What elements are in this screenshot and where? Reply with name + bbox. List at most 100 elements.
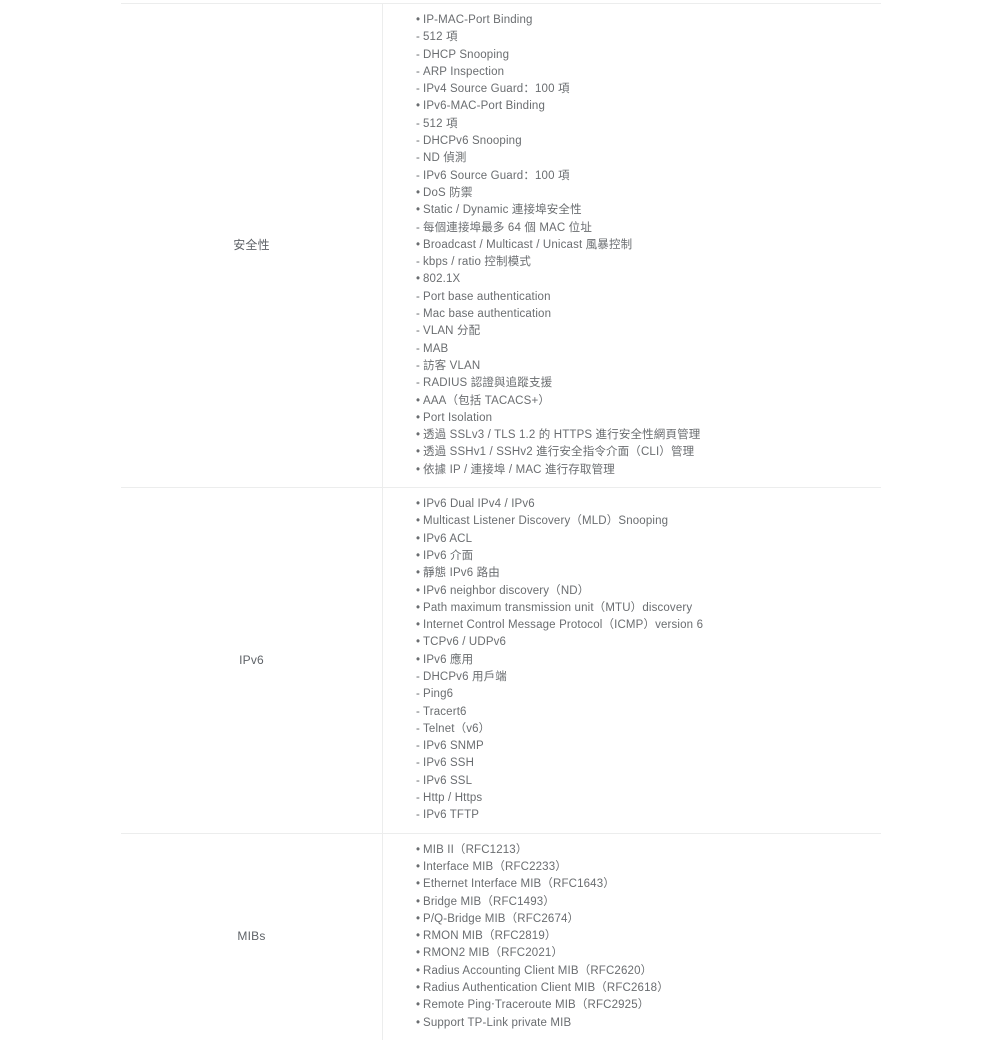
dash-icon: - [416, 809, 420, 822]
list-item-label: Radius Authentication Client MIB（RFC2618… [423, 982, 669, 995]
list-item-label: IPv6 介面 [423, 549, 474, 562]
list-item-label: MAB [423, 342, 449, 355]
list-item-label: DHCPv6 用戶端 [423, 670, 507, 683]
list-item: - Mac base authentication [416, 306, 881, 323]
dash-icon: - [416, 774, 420, 787]
bullet-icon: • [416, 100, 421, 113]
list-item: • 802.1X [416, 271, 881, 288]
table-row: IPv6 • IPv6 Dual IPv4 / IPv6 • Multicast Lis… [121, 487, 881, 833]
list-item-label: 訪客 VLAN [423, 359, 481, 372]
bullet-icon: • [416, 964, 421, 977]
list-item-label: IPv6 SNMP [423, 740, 484, 753]
list-item: - ARP Inspection [416, 64, 881, 81]
list-item: • 透過 SSHv1 / SSHv2 進行安全指令介面（CLI）管理 [416, 444, 881, 461]
list-item-label: IPv6 應用 [423, 653, 474, 666]
list-item-label: IPv6-MAC-Port Binding [423, 100, 546, 113]
list-item-label: 靜態 IPv6 路由 [423, 567, 500, 580]
list-item-label: 512 項 [423, 31, 458, 44]
list-item: • P/Q-Bridge MIB（RFC2674） [416, 911, 881, 928]
list-item: • 依據 IP / 連接埠 / MAC 進行存取管理 [416, 462, 881, 479]
dash-icon: - [416, 221, 420, 234]
bullet-icon: • [416, 930, 421, 943]
list-item: - IPv6 SSL [416, 773, 881, 790]
table-row: 安全性 • IP-MAC-Port Binding -512 項 - DHCP Snoop… [121, 4, 881, 488]
row-value-cell: • MIB II（RFC1213） • Interface MIB（RFC2233） •… [383, 834, 881, 1040]
list-item-label: Broadcast / Multicast / Unicast 風暴控制 [423, 238, 633, 251]
bullet-icon: • [416, 947, 421, 960]
list-item: • RMON2 MIB（RFC2021） [416, 945, 881, 962]
list-item-label: Telnet（v6） [423, 722, 491, 735]
list-item: • Static / Dynamic 連接埠安全性 [416, 202, 881, 219]
list-item: - RADIUS 認證與追蹤支援 [416, 375, 881, 392]
list-item: - DHCP Snooping [416, 47, 881, 64]
bullet-icon: • [416, 584, 421, 597]
row-label: IPv6 [239, 652, 264, 667]
list-item-label: Ethernet Interface MIB（RFC1643） [423, 878, 615, 891]
list-item: • MIB II（RFC1213） [416, 842, 881, 859]
list-item-label: Static / Dynamic 連接埠安全性 [423, 204, 582, 217]
bullet-icon: • [416, 619, 421, 632]
row-value-cell: • IP-MAC-Port Binding -512 項 - DHCP Snooping… [383, 4, 881, 487]
list-item-label: Interface MIB（RFC2233） [423, 860, 567, 873]
bullet-icon: • [416, 601, 421, 614]
list-item: • Support TP-Link private MIB [416, 1015, 881, 1032]
list-item-label: 802.1X [423, 273, 461, 286]
list-item: • TCPv6 / UDPv6 [416, 634, 881, 651]
dash-icon: - [416, 169, 420, 182]
list-item-label: IP-MAC-Port Binding [423, 14, 533, 26]
list-item-label: 每個連接埠最多 64 個 MAC 位址 [423, 221, 592, 234]
dash-icon: - [416, 757, 420, 770]
list-item-label: IPv6 Dual IPv4 / IPv6 [423, 498, 535, 511]
list-item: - Http / Https [416, 790, 881, 807]
dash-icon: - [416, 256, 420, 269]
dash-icon: - [416, 705, 420, 718]
dash-icon: - [416, 342, 420, 355]
list-item: - MAB [416, 341, 881, 358]
bullet-icon: • [416, 567, 421, 580]
list-item-label: 512 項 [423, 117, 458, 130]
bullet-icon: • [416, 912, 421, 925]
list-item: • IP-MAC-Port Binding [416, 12, 881, 29]
list-item: • DoS 防禦 [416, 185, 881, 202]
bullet-icon: • [416, 463, 421, 476]
list-item: - kbps / ratio 控制模式 [416, 254, 881, 271]
list-item: • RMON MIB（RFC2819） [416, 928, 881, 945]
row-label-cell: 安全性 [121, 4, 383, 488]
list-item: - IPv6 SNMP [416, 738, 881, 755]
table-row: MIBs • MIB II（RFC1213） • Interface MIB（RFC22… [121, 832, 881, 1040]
list-item-label: RMON MIB（RFC2819） [423, 930, 557, 943]
list-item: • IPv6 ACL [416, 531, 881, 548]
list-item: • Path maximum transmission unit（MTU）disc… [416, 600, 881, 617]
list-item: - ND 偵測 [416, 150, 881, 167]
list-item-label: IPv6 ACL [423, 532, 473, 545]
dash-icon: - [416, 135, 420, 148]
row-value-cell: • IPv6 Dual IPv4 / IPv6 • Multicast Listene… [383, 488, 881, 833]
list-item: - DHCPv6 Snooping [416, 133, 881, 150]
list-item: - IPv6 Source Guard：100 項 [416, 168, 881, 185]
dash-icon: - [416, 377, 420, 390]
list-item: - 每個連接埠最多 64 個 MAC 位址 [416, 220, 881, 237]
bullet-icon: • [416, 532, 421, 545]
list-item: • Bridge MIB（RFC1493） [416, 894, 881, 911]
list-item-label: IPv6 SSH [423, 757, 475, 770]
bullet-icon: • [416, 653, 421, 666]
list-item: • Multicast Listener Discovery（MLD）Snoopi… [416, 513, 881, 530]
list-item-label: VLAN 分配 [423, 325, 481, 338]
list-item-label: Multicast Listener Discovery（MLD）Snoopin… [423, 515, 669, 528]
feature-list: • IP-MAC-Port Binding -512 項 - DHCP Snooping… [416, 12, 881, 479]
bullet-icon: • [416, 273, 421, 286]
list-item-label: Http / Https [423, 792, 483, 805]
bullet-icon: • [416, 895, 421, 908]
list-item: - VLAN 分配 [416, 323, 881, 340]
list-item: - 訪客 VLAN [416, 358, 881, 375]
list-item-label: MIB II（RFC1213） [423, 843, 528, 856]
list-item-label: RADIUS 認證與追蹤支援 [423, 377, 553, 390]
dash-icon: - [416, 48, 420, 61]
list-item-label: ND 偵測 [423, 152, 467, 165]
list-item: • 透過 SSLv3 / TLS 1.2 的 HTTPS 進行安全性網頁管理 [416, 427, 881, 444]
list-item-label: IPv6 Source Guard：100 項 [423, 169, 570, 182]
list-item-label: Tracert6 [423, 705, 467, 718]
list-item: • Radius Accounting Client MIB（RFC2620） [416, 963, 881, 980]
bullet-icon: • [416, 14, 421, 26]
list-item-label: Support TP-Link private MIB [423, 1016, 572, 1029]
